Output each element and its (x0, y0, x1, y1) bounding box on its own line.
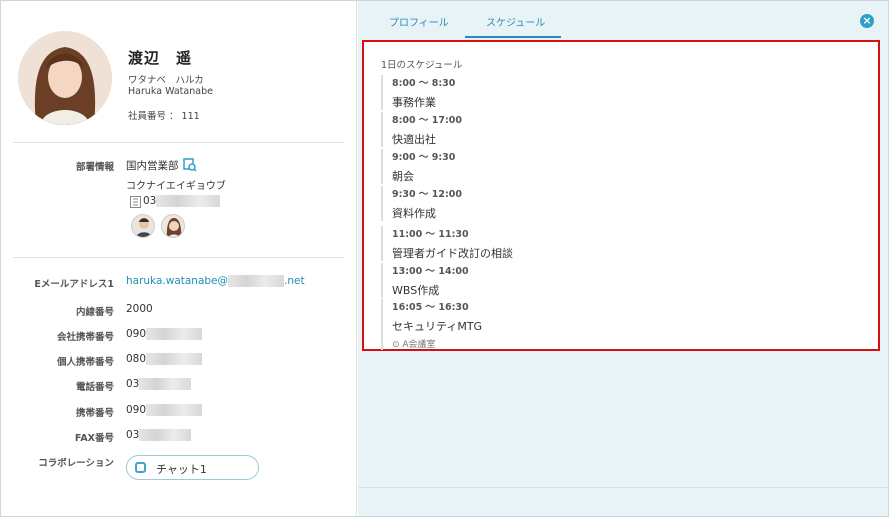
employee-number: 社員番号 ： 111 (128, 111, 200, 122)
event-subject: 朝会 (392, 170, 414, 183)
department-kana: コクナイエイギョウブ (126, 181, 226, 192)
department-label: 部署情報 (75, 162, 114, 173)
phone-book-icon (130, 196, 141, 208)
event-subject: 快適出社 (392, 133, 436, 146)
tab-schedule[interactable]: スケジュール (486, 14, 545, 29)
schedule-event[interactable]: 13:00 ～ 14:00 WBS作成 (381, 263, 841, 298)
schedule-list: 1日のスケジュール 8:00 ～ 8:30 事務作業 8:00 ～ 17:00 … (371, 48, 871, 350)
active-tab-indicator (465, 36, 561, 38)
company-mobile-value: 090 (126, 328, 203, 340)
schedule-event[interactable]: 16:05 ～ 16:30 セキュリティMTG ⊙ A会議室 (381, 299, 841, 350)
event-location: ⊙ A会議室 (392, 340, 436, 350)
event-time: 8:00 ～ 8:30 (392, 78, 456, 89)
department-phone: 03 (143, 195, 221, 207)
tab-profile[interactable]: プロフィール (389, 14, 449, 29)
event-time: 8:00 ～ 17:00 (392, 115, 462, 126)
department-search-icon[interactable] (183, 158, 197, 172)
personal-mobile-value: 080 (126, 353, 203, 365)
schedule-highlight: 1日のスケジュール 8:00 ～ 8:30 事務作業 8:00 ～ 17:00 … (362, 40, 880, 351)
fax-value: 03 (126, 429, 192, 441)
personal-mobile-label: 個人携帯番号 (56, 357, 114, 368)
user-name: 渡辺 遥 (128, 49, 193, 67)
avatar (18, 31, 112, 125)
event-time: 9:00 ～ 9:30 (392, 152, 456, 163)
close-icon[interactable]: × (860, 14, 874, 28)
chat-icon (135, 462, 146, 473)
chat-button-label: チャット1 (156, 463, 207, 476)
chat-button[interactable]: チャット1 (126, 455, 259, 480)
department-name: 国内営業部 (126, 160, 179, 172)
divider (358, 487, 888, 488)
event-time: 13:00 ～ 14:00 (392, 266, 469, 277)
divider (13, 142, 344, 143)
mobile-value: 090 (126, 404, 203, 416)
event-time: 16:05 ～ 16:30 (392, 302, 469, 313)
mobile-label: 携帯番号 (75, 408, 114, 419)
fax-label: FAX番号 (74, 433, 114, 444)
phone-label: 電話番号 (75, 382, 114, 393)
event-subject: 事務作業 (392, 96, 436, 109)
event-time: 11:00 ～ 11:30 (392, 229, 469, 240)
member-avatar[interactable] (161, 214, 185, 238)
collaboration-label: コラボレーション (38, 458, 114, 469)
company-mobile-label: 会社携帯番号 (56, 332, 114, 343)
email-label: Eメールアドレス1 (34, 279, 114, 290)
email-link[interactable]: haruka.watanabe@ .net (126, 275, 305, 287)
schedule-event[interactable]: 9:30 ～ 12:00 資料作成 (381, 186, 841, 221)
schedule-event[interactable]: 9:00 ～ 9:30 朝会 (381, 149, 841, 184)
extension-value: 2000 (126, 303, 153, 315)
schedule-event[interactable]: 8:00 ～ 17:00 快適出社 (381, 112, 841, 147)
phone-value: 03 (126, 378, 192, 390)
event-time: 9:30 ～ 12:00 (392, 189, 462, 200)
user-name-kana: ワタナベ ハルカ (128, 75, 204, 86)
event-subject: 資料作成 (392, 207, 436, 220)
extension-label: 内線番号 (75, 307, 114, 318)
member-avatar[interactable] (131, 214, 155, 238)
user-name-roman: Haruka Watanabe (128, 86, 213, 97)
schedule-event[interactable]: 11:00 ～ 11:30 管理者ガイド改訂の相談 (381, 226, 841, 261)
event-subject: 管理者ガイド改訂の相談 (392, 247, 513, 260)
event-subject: セキュリティMTG (392, 320, 483, 333)
divider (13, 257, 344, 258)
event-subject: WBS作成 (392, 284, 440, 297)
schedule-event[interactable]: 8:00 ～ 8:30 事務作業 (381, 75, 841, 110)
schedule-title: 1日のスケジュール (381, 60, 463, 71)
